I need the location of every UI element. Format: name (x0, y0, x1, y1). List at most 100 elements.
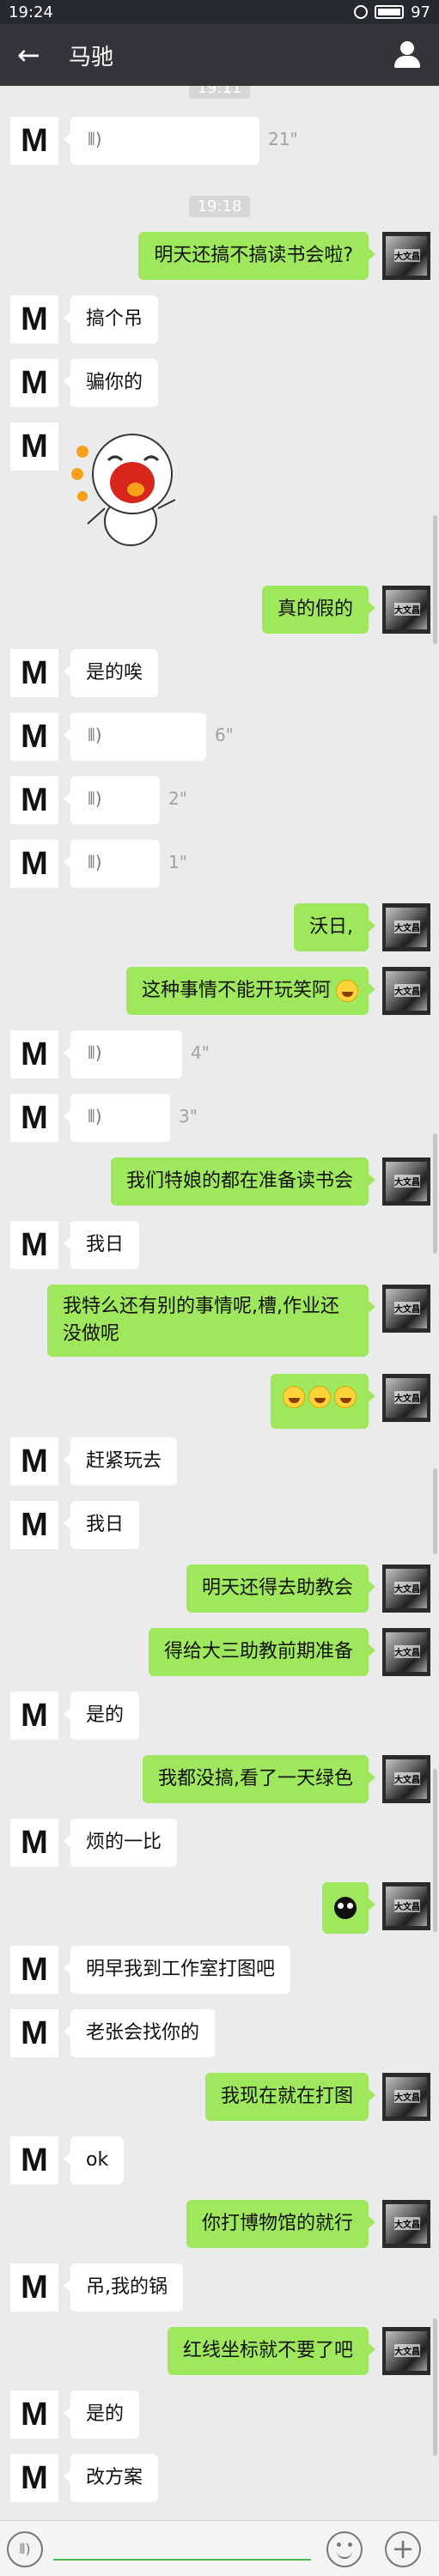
contact-message[interactable]: 是的 (63, 1692, 140, 1740)
message-row: 大文昌 (0, 1374, 439, 1429)
my-avatar[interactable]: 大文昌 (382, 2073, 430, 2121)
contact-message[interactable]: 明早我到工作室打图吧 (63, 1946, 291, 1994)
my-avatar[interactable]: 大文昌 (382, 2327, 430, 2375)
contact-avatar[interactable]: M (10, 2136, 58, 2184)
message-row: 你打博物馆的就行 大文昌 (0, 2200, 439, 2248)
contact-message[interactable]: 烦的一比 (63, 1819, 178, 1867)
contact-avatar[interactable]: M (10, 840, 58, 888)
voice-message[interactable]: ⦀) (64, 1094, 170, 1142)
contact-message[interactable]: 改方案 (63, 2454, 159, 2502)
my-message[interactable]: 我都没搞,看了一天绿色 (143, 1755, 375, 1803)
my-avatar[interactable]: 大文昌 (382, 967, 430, 1015)
message-row: 我们特娘的都在准备读书会 大文昌 (0, 1157, 439, 1206)
my-message[interactable] (271, 1374, 375, 1429)
laughing-emoji-icon (308, 1386, 331, 1408)
message-row: M 赶紧玩去 (0, 1437, 439, 1485)
contact-avatar[interactable]: M (10, 295, 58, 343)
voice-duration: 6" (215, 725, 234, 745)
message-row: 真的假的 大文昌 (0, 586, 439, 634)
contact-avatar[interactable]: M (10, 713, 58, 761)
my-message[interactable]: 得给大三助教前期准备 (148, 1628, 376, 1676)
contact-avatar[interactable]: M (10, 649, 58, 697)
voice-message[interactable]: ⦀) (64, 713, 206, 761)
my-avatar[interactable]: 大文昌 (382, 1628, 430, 1676)
message-list[interactable]: 19:11 M ⦀) 21" 19:18 明天还搞不搞读书会啦? 大文昌 M 搞… (0, 86, 439, 2520)
my-avatar[interactable]: 大文昌 (382, 1564, 430, 1613)
contact-message[interactable]: 我日 (63, 1221, 140, 1269)
voice-message[interactable]: ⦀) (64, 1030, 182, 1078)
contact-message[interactable]: 是的 (63, 2391, 140, 2439)
my-avatar[interactable]: 大文昌 (382, 1285, 430, 1333)
contact-message[interactable]: 赶紧玩去 (63, 1437, 178, 1485)
contact-message[interactable]: ok (63, 2136, 125, 2184)
contact-avatar[interactable]: M (10, 1819, 58, 1867)
contact-avatar[interactable]: M (10, 2263, 58, 2312)
my-message[interactable]: 真的假的 (261, 586, 376, 634)
contact-avatar[interactable]: M (10, 2009, 58, 2057)
message-input[interactable] (53, 2559, 311, 2561)
message-row: M 烦的一比 (0, 1819, 439, 1867)
message-row: 沃日, 大文昌 (0, 903, 439, 951)
contact-avatar[interactable]: M (10, 1437, 58, 1485)
my-avatar[interactable]: 大文昌 (382, 1882, 430, 1930)
contact-message[interactable]: 吊,我的锅 (64, 2263, 183, 2312)
contact-avatar[interactable]: M (10, 1030, 58, 1078)
voice-input-icon[interactable]: ⦀) (7, 2531, 43, 2567)
contact-avatar[interactable]: M (10, 1692, 58, 1740)
my-message[interactable]: 我现在就在打图 (204, 2073, 376, 2121)
my-message[interactable]: 你打博物馆的就行 (186, 2200, 376, 2248)
contact-profile-icon[interactable] (393, 40, 422, 70)
my-message[interactable] (322, 1882, 375, 1934)
contact-avatar[interactable]: M (10, 422, 58, 471)
my-message[interactable]: 明天还得去助教会 (186, 1564, 376, 1613)
my-avatar[interactable]: 大文昌 (382, 1157, 430, 1206)
chat-screen: 19:24 97 ← 马驰 19:11 M ⦀) 21" 19:18 明天还搞不… (0, 0, 439, 2576)
message-row: M 改方案 (0, 2454, 439, 2502)
contact-message[interactable]: 老张会找你的 (63, 2009, 216, 2057)
my-avatar[interactable]: 大文昌 (382, 903, 430, 951)
my-message[interactable]: 这种事情不能开玩笑阿 (125, 967, 376, 1015)
message-row: 我都没搞,看了一天绿色 大文昌 (0, 1755, 439, 1803)
my-message[interactable]: 红线坐标就不要了吧 (167, 2327, 376, 2375)
voice-duration: 2" (168, 788, 187, 809)
voice-message[interactable]: ⦀) (64, 776, 160, 824)
my-avatar[interactable]: 大文昌 (382, 2200, 430, 2248)
message-row: M 吊,我的锅 (0, 2263, 439, 2312)
contact-avatar[interactable]: M (10, 359, 58, 407)
my-message[interactable]: 沃日, (294, 903, 375, 951)
my-message[interactable]: 我们特娘的都在准备读书会 (110, 1157, 376, 1206)
more-actions-icon[interactable]: + (385, 2531, 421, 2567)
my-message[interactable]: 明天还搞不搞读书会啦? (138, 232, 375, 280)
message-row: M 骗你的 (0, 359, 439, 407)
voice-duration: 21" (268, 129, 298, 149)
voice-duration: 1" (168, 852, 187, 872)
contact-avatar[interactable]: M (10, 2454, 58, 2502)
voice-wave-icon: ⦀) (88, 788, 102, 809)
voice-message[interactable]: ⦀) (64, 117, 259, 165)
contact-avatar[interactable]: M (10, 1221, 58, 1269)
my-avatar[interactable]: 大文昌 (382, 1755, 430, 1803)
contact-avatar[interactable]: M (10, 117, 58, 165)
contact-avatar[interactable]: M (10, 2391, 58, 2439)
contact-avatar[interactable]: M (10, 1946, 58, 1994)
contact-avatar[interactable]: M (10, 1501, 58, 1549)
contact-name: 马驰 (69, 44, 114, 70)
contact-message[interactable]: 我日 (63, 1501, 140, 1549)
message-row: M ⦀) 1" (0, 840, 439, 888)
message-row: M 老张会找你的 (0, 2009, 439, 2057)
emoji-picker-icon[interactable] (326, 2531, 363, 2567)
contact-message[interactable]: 是的唉 (63, 649, 159, 697)
message-row: 明天还搞不搞读书会啦? 大文昌 (0, 232, 439, 280)
back-arrow-icon[interactable]: ← (17, 39, 55, 71)
laughing-sticker[interactable] (70, 422, 191, 551)
voice-message[interactable]: ⦀) (64, 840, 160, 888)
contact-avatar[interactable]: M (10, 1094, 58, 1142)
contact-message[interactable]: 骗你的 (63, 359, 159, 407)
my-avatar[interactable]: 大文昌 (382, 232, 430, 280)
my-avatar[interactable]: 大文昌 (382, 1374, 430, 1422)
input-bar: ⦀) + (0, 2520, 439, 2576)
contact-message[interactable]: 搞个吊 (63, 295, 159, 343)
contact-avatar[interactable]: M (10, 776, 58, 824)
my-message[interactable]: 我特么还有别的事情呢,槽,作业还没做呢 (47, 1285, 375, 1357)
my-avatar[interactable]: 大文昌 (382, 586, 430, 634)
